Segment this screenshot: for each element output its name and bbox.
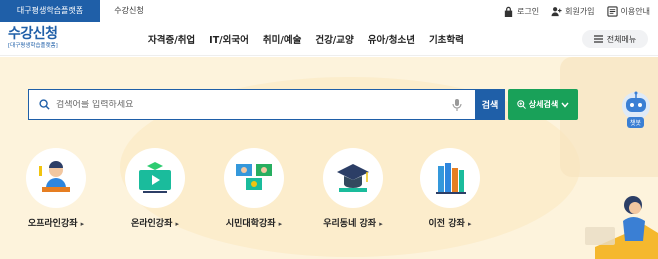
search-box: [28, 89, 476, 120]
search-icon: [39, 99, 50, 110]
category-label: 오프라인강좌 ▸: [27, 219, 85, 229]
hamburger-icon: [593, 35, 603, 43]
category-past[interactable]: 이전 강좌 ▸: [408, 148, 492, 229]
search-button[interactable]: 검색: [475, 89, 505, 120]
category-circle: [224, 148, 284, 208]
category-circle: [420, 148, 480, 208]
category-circle: [323, 148, 383, 208]
category-circle: [26, 148, 86, 208]
category-neighborhood[interactable]: 우리동네 강좌 ▸: [311, 148, 395, 229]
online-class-icon: [139, 162, 171, 193]
category-circle: [125, 148, 185, 208]
books-icon: [436, 163, 466, 194]
nav-item-it-language[interactable]: IT/외국어: [209, 32, 249, 46]
all-menu-button[interactable]: 전체메뉴: [582, 30, 648, 48]
nav-item-hobby-art[interactable]: 취미/예술: [263, 32, 301, 46]
signup-label: 회원가입: [565, 6, 595, 16]
login-link[interactable]: 로그인: [503, 6, 539, 17]
student-illustration: [585, 196, 658, 259]
video-lecture-icon: [236, 164, 272, 190]
search-input[interactable]: [56, 99, 451, 110]
signup-link[interactable]: 회원가입: [551, 6, 595, 17]
nav-item-basic-learning[interactable]: 기초학력: [429, 32, 464, 46]
main-nav: 자격증/취업 IT/외국어 취미/예술 건강/교양 유아/청소년 기초학력: [148, 22, 464, 56]
guide-label: 이용안내: [620, 6, 650, 16]
category-online[interactable]: 온라인강좌 ▸: [113, 148, 197, 229]
tab-course-registration[interactable]: 수강신청: [100, 0, 158, 22]
logo[interactable]: 수강신청 [대구평생학습플랫폼]: [8, 26, 68, 50]
hero-section: 검색 상세검색 오프라인강좌 ▸ 온라인강좌 ▸: [0, 57, 658, 259]
offline-class-icon: [39, 161, 70, 192]
category-label: 시민대학강좌 ▸: [225, 219, 283, 229]
guide-link[interactable]: 이용안내: [606, 5, 650, 17]
nav-item-kids-youth[interactable]: 유아/청소년: [368, 32, 415, 46]
top-bar: 대구평생학습플랫폼 수강신청 로그인 회원가입 이용안내: [0, 0, 658, 22]
category-offline[interactable]: 오프라인강좌 ▸: [14, 148, 98, 229]
chatbot-label[interactable]: 챗봇: [627, 117, 645, 128]
user-plus-icon: [551, 6, 562, 16]
category-label: 이전 강좌 ▸: [428, 219, 472, 229]
detail-search-label: 상세검색: [528, 100, 559, 109]
graduation-cap-icon: [337, 164, 369, 192]
category-label: 우리동네 강좌 ▸: [323, 219, 383, 229]
chevron-down-icon: [561, 102, 569, 108]
guide-icon: [606, 5, 618, 17]
all-menu-label: 전체메뉴: [606, 34, 637, 44]
microphone-icon[interactable]: [451, 98, 463, 112]
lock-icon: [504, 6, 513, 17]
login-label: 로그인: [517, 6, 540, 16]
detail-search-button[interactable]: 상세검색: [508, 89, 578, 120]
logo-subtitle: [대구평생학습플랫폼]: [8, 43, 58, 49]
category-citizen-college[interactable]: 시민대학강좌 ▸: [212, 148, 296, 229]
nav-item-certificate-jobs[interactable]: 자격증/취업: [148, 32, 195, 46]
top-links: 로그인 회원가입 이용안내: [503, 0, 650, 22]
category-label: 온라인강좌 ▸: [130, 219, 180, 229]
search-plus-icon: [517, 100, 526, 109]
main-header: 수강신청 [대구평생학습플랫폼] 자격증/취업 IT/외국어 취미/예술 건강/…: [0, 22, 658, 56]
logo-title: 수강신청: [8, 26, 58, 42]
nav-item-health-culture[interactable]: 건강/교양: [315, 32, 353, 46]
tab-platform[interactable]: 대구평생학습플랫폼: [0, 0, 100, 22]
